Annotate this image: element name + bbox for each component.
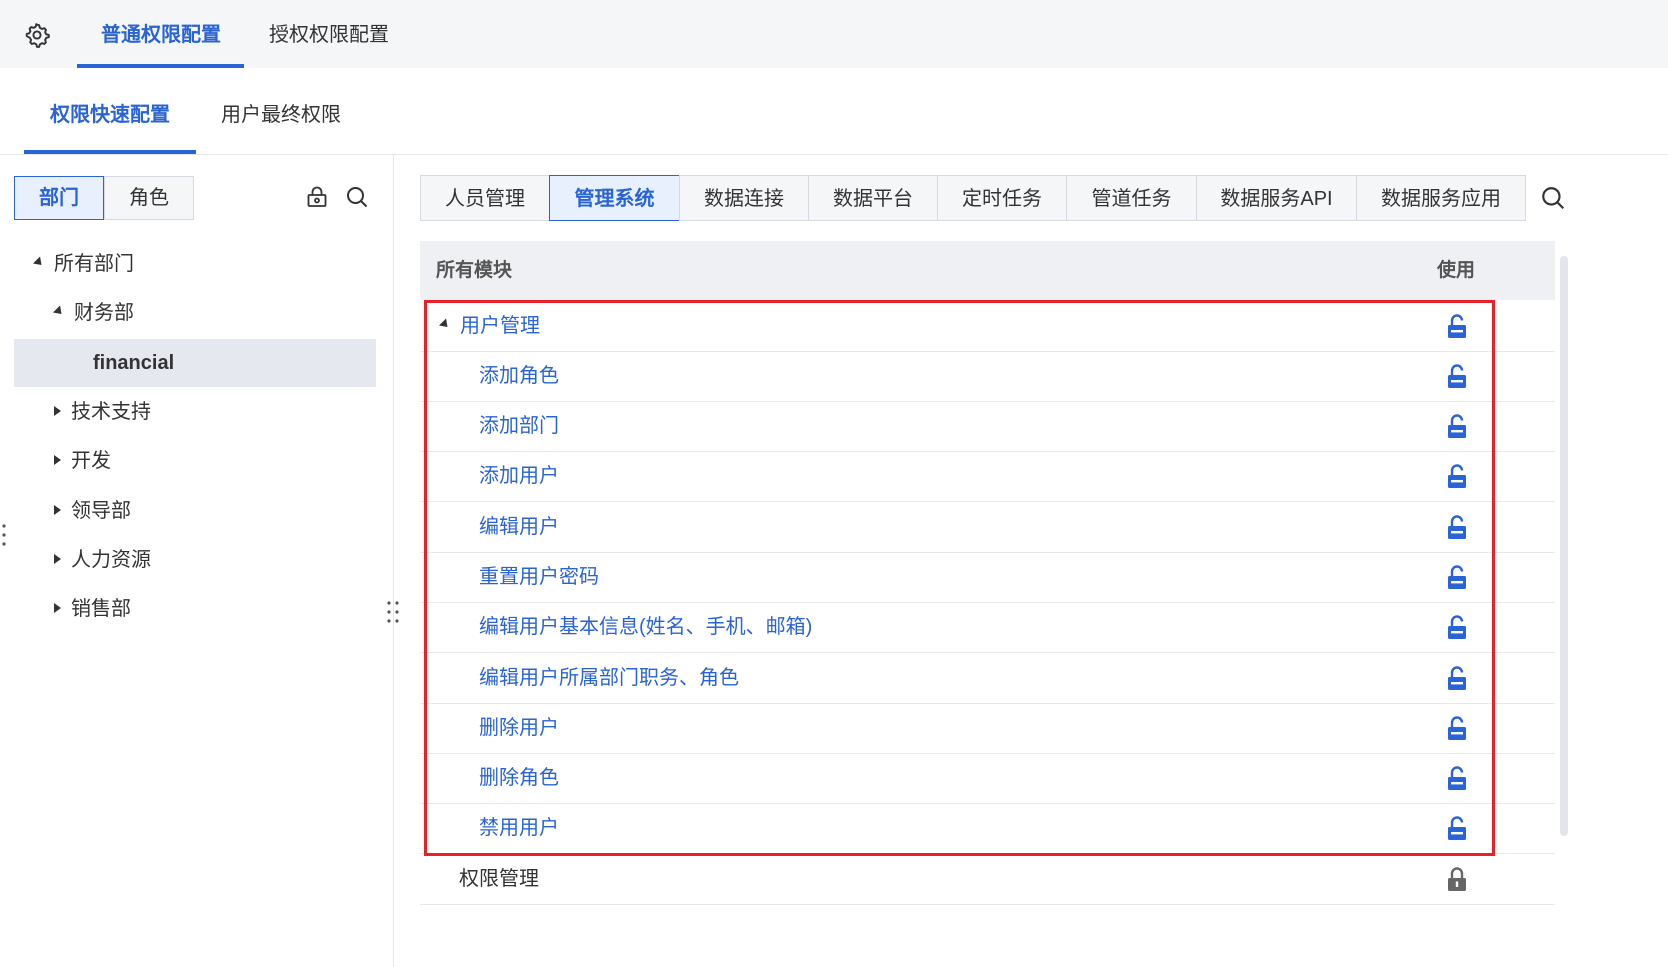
tree-node-dev[interactable]: 开发 (54, 437, 111, 485)
tree-node-tech-support[interactable]: 技术支持 (54, 388, 151, 436)
table-row[interactable]: 编辑用户所属部门职务、角色 (420, 653, 1555, 704)
module-tab-data-service-api[interactable]: 数据服务API (1196, 175, 1357, 221)
table-row[interactable]: 编辑用户基本信息(姓名、手机、邮箱) (420, 602, 1555, 653)
caret-right-icon[interactable] (54, 504, 61, 515)
tree-node-hr[interactable]: 人力资源 (54, 536, 151, 584)
search-icon[interactable] (345, 185, 369, 209)
unlocked-icon[interactable] (1446, 564, 1468, 590)
module-tab-personnel[interactable]: 人员管理 (420, 175, 550, 221)
unlocked-icon[interactable] (1446, 765, 1468, 791)
tree-node-leadership[interactable]: 领导部 (54, 487, 131, 535)
unlocked-icon[interactable] (1446, 514, 1468, 540)
top-bar: 普通权限配置 授权权限配置 (0, 0, 1668, 68)
module-tab-pipeline-tasks[interactable]: 管道任务 (1066, 175, 1197, 221)
tree-node-sales[interactable]: 销售部 (54, 585, 131, 633)
tab-normal-permission[interactable]: 普通权限配置 (101, 0, 221, 68)
tab-quick-config[interactable]: 权限快速配置 (50, 98, 170, 127)
tab-user-final-permission[interactable]: 用户最终权限 (221, 98, 341, 127)
tree-selected-row (14, 339, 376, 387)
column-header-use: 使用 (1437, 260, 1476, 281)
unlocked-icon[interactable] (1446, 614, 1468, 640)
locked-icon[interactable] (1446, 866, 1468, 892)
table-row[interactable]: 添加部门 (420, 401, 1555, 452)
tree-node-financial[interactable]: financial (93, 339, 174, 387)
gear-icon[interactable] (24, 22, 50, 48)
module-tab-system-management[interactable]: 管理系统 (549, 175, 680, 221)
segment-department[interactable]: 部门 (14, 176, 104, 220)
unlocked-icon[interactable] (1446, 413, 1468, 439)
caret-right-icon[interactable] (54, 405, 61, 416)
table-row[interactable]: 重置用户密码 (420, 552, 1555, 603)
table-header: 所有模块 使用 (420, 241, 1555, 300)
sub-tabs: 权限快速配置 用户最终权限 (0, 68, 1668, 155)
unlocked-icon[interactable] (1446, 363, 1468, 389)
caret-right-icon[interactable] (54, 602, 61, 613)
table-row[interactable]: 删除用户 (420, 703, 1555, 754)
caret-down-icon[interactable] (52, 305, 66, 318)
module-tab-scheduled-tasks[interactable]: 定时任务 (937, 175, 1067, 221)
table-row-permission-management[interactable]: 权限管理 (420, 854, 1555, 905)
column-header-module: 所有模块 (436, 260, 513, 281)
table-row[interactable]: 添加用户 (420, 451, 1555, 502)
unlocked-icon[interactable] (1446, 463, 1468, 489)
unlocked-icon[interactable] (1446, 665, 1468, 691)
unlocked-icon[interactable] (1446, 815, 1468, 841)
table-row[interactable]: 添加角色 (420, 351, 1555, 402)
caret-down-icon[interactable] (438, 318, 452, 331)
scrollbar[interactable] (1557, 241, 1568, 841)
module-tab-data-connection[interactable]: 数据连接 (679, 175, 809, 221)
caret-right-icon[interactable] (54, 454, 61, 465)
table-row[interactable]: 删除角色 (420, 753, 1555, 804)
table-row[interactable]: 禁用用户 (420, 803, 1555, 854)
panel-resize-handle-icon[interactable] (385, 599, 401, 625)
active-subtab-underline (24, 150, 196, 154)
drag-handle-icon[interactable] (0, 522, 8, 548)
unlocked-icon[interactable] (1446, 313, 1468, 339)
tab-authorize-permission[interactable]: 授权权限配置 (269, 0, 389, 68)
tree-node-all-departments[interactable]: 所有部门 (32, 240, 134, 288)
scrollbar-thumb[interactable] (1560, 256, 1568, 836)
unlocked-icon[interactable] (1446, 715, 1468, 741)
table-row[interactable]: 编辑用户 (420, 502, 1555, 553)
module-search-icon[interactable] (1540, 185, 1566, 211)
caret-down-icon[interactable] (32, 256, 46, 269)
tree-node-finance[interactable]: 财务部 (52, 289, 134, 337)
module-tab-data-platform[interactable]: 数据平台 (808, 175, 938, 221)
module-tab-data-service-app[interactable]: 数据服务应用 (1356, 175, 1526, 221)
caret-right-icon[interactable] (54, 553, 61, 564)
segment-role[interactable]: 角色 (104, 176, 194, 220)
lock-settings-icon[interactable] (305, 185, 329, 209)
table-row-user-management[interactable]: 用户管理 (420, 301, 1555, 352)
